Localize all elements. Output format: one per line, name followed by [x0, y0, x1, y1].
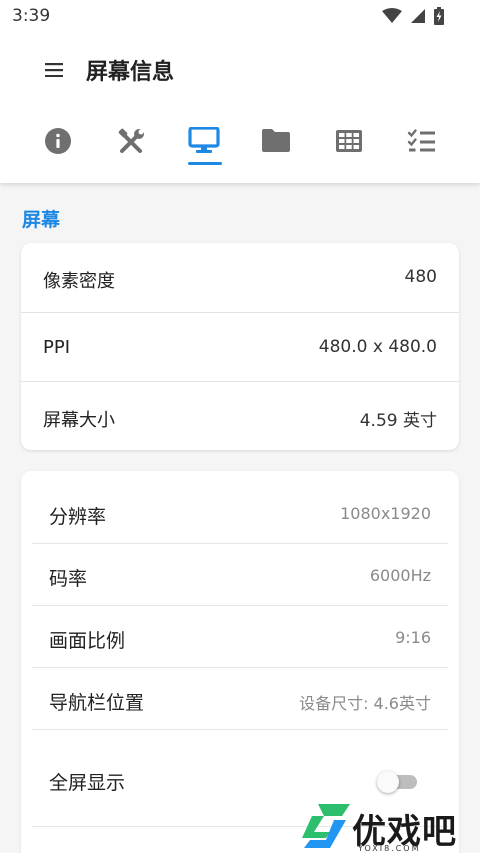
row-value: 9:16 — [395, 628, 431, 647]
row-label: PPI — [43, 337, 71, 358]
monitor-icon — [188, 127, 220, 153]
setting-row-aspect-ratio[interactable]: 画面比例 9:16 — [21, 607, 459, 669]
wifi-icon — [382, 8, 402, 23]
row-value: 4.59 英寸 — [359, 411, 437, 431]
battery-charging-icon — [434, 7, 444, 25]
active-tab-indicator — [188, 162, 222, 165]
screen-info-card: 像素密度 480 PPI 480.0 x 480.0 屏幕大小 4.59 英寸 — [21, 243, 459, 450]
setting-row-resolution[interactable]: 分辨率 1080x1920 — [21, 483, 459, 545]
app-bar: 屏幕信息 — [0, 40, 480, 100]
row-value: 1080x1920 — [340, 504, 431, 523]
section-title: 屏幕 — [22, 209, 61, 231]
divider — [32, 605, 448, 606]
tools-icon — [118, 128, 144, 153]
menu-button[interactable] — [38, 52, 70, 88]
row-value: 480.0 x 480.0 — [318, 337, 437, 357]
tab-bar — [0, 118, 480, 172]
row-label: 码率 — [49, 568, 88, 590]
divider — [32, 667, 448, 668]
tab-checklist[interactable] — [392, 118, 452, 172]
tab-tools[interactable] — [101, 118, 161, 172]
info-row-ppi[interactable]: PPI 480.0 x 480.0 — [21, 313, 459, 382]
checklist-icon — [407, 129, 435, 152]
divider — [32, 729, 448, 730]
watermark-logo-icon — [302, 804, 350, 848]
info-row-screen-size[interactable]: 屏幕大小 4.59 英寸 — [21, 382, 459, 450]
status-time: 3:39 — [12, 6, 51, 26]
folder-icon — [262, 129, 290, 152]
info-icon — [45, 128, 71, 154]
row-label: 分辨率 — [49, 506, 107, 528]
row-value: 480 — [404, 267, 437, 287]
row-label: 画面比例 — [49, 630, 126, 652]
top-header: 3:39 屏幕信息 — [0, 0, 480, 183]
grid-icon — [336, 130, 362, 152]
info-row-pixel-density[interactable]: 像素密度 480 — [21, 243, 459, 312]
toggle-label: 全屏显示 — [49, 772, 126, 794]
page-title: 屏幕信息 — [86, 60, 175, 85]
hamburger-menu-icon — [45, 63, 63, 77]
fullscreen-toggle[interactable] — [377, 771, 417, 793]
row-value: 设备尺寸: 4.6英寸 — [299, 694, 431, 713]
row-value: 6000Hz — [369, 566, 431, 585]
row-label: 导航栏位置 — [49, 692, 145, 714]
watermark-subtext: YOXI8.COM — [358, 844, 421, 853]
cell-signal-icon — [411, 9, 425, 23]
tab-files[interactable] — [246, 118, 306, 172]
row-label: 屏幕大小 — [43, 410, 115, 431]
setting-row-navbar-position[interactable]: 导航栏位置 设备尺寸: 4.6英寸 — [21, 669, 459, 731]
status-bar: 3:39 — [0, 0, 480, 34]
setting-row-bitrate[interactable]: 码率 6000Hz — [21, 545, 459, 607]
display-settings-card: 分辨率 1080x1920 码率 6000Hz 画面比例 9:16 导航栏位置 … — [21, 471, 459, 853]
divider — [32, 543, 448, 544]
status-icons — [382, 6, 444, 26]
toggle-thumb — [377, 771, 399, 793]
watermark: 优戏吧 YOXI8.COM — [298, 800, 478, 853]
tab-info[interactable] — [28, 118, 88, 172]
tab-grid[interactable] — [319, 118, 379, 172]
row-label: 像素密度 — [43, 271, 115, 292]
